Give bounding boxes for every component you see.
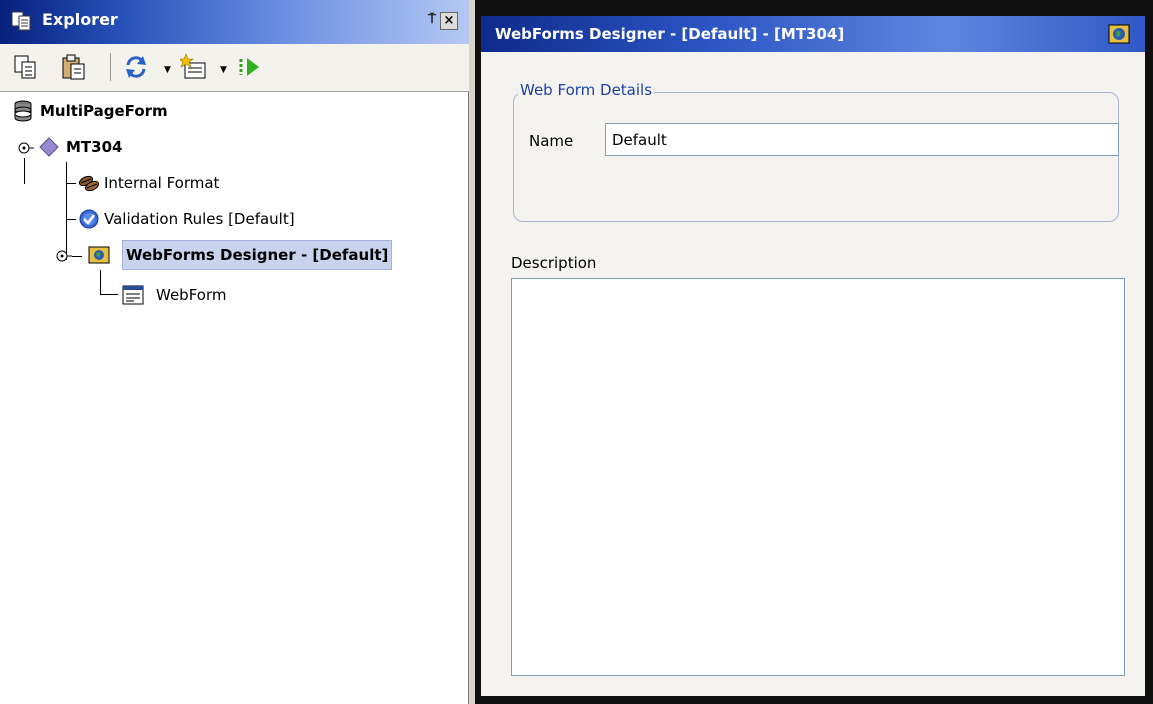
diamond-icon xyxy=(39,137,59,157)
tree-line xyxy=(66,183,76,184)
designer-body: Web Form Details Name Description xyxy=(481,52,1145,696)
tree-message-label: MT304 xyxy=(66,138,123,156)
close-icon[interactable]: × xyxy=(440,12,458,30)
run-icon[interactable] xyxy=(236,53,264,81)
name-input[interactable] xyxy=(605,123,1119,156)
webforms-designer-icon xyxy=(1108,24,1130,44)
tree-node-validation-rules[interactable]: Validation Rules [Default] xyxy=(78,204,398,234)
explorer-title: Explorer xyxy=(42,10,118,29)
tree-node-root[interactable]: MultiPageForm xyxy=(12,96,312,126)
tree-line xyxy=(100,294,118,295)
web-form-details-group xyxy=(513,92,1119,222)
explorer-toolbar: ▼ ▼ xyxy=(0,44,469,92)
paste-icon[interactable] xyxy=(60,53,88,81)
tree-node-mt304[interactable]: MT304 xyxy=(14,132,314,162)
tree-child-label: Validation Rules [Default] xyxy=(104,210,295,228)
beans-icon xyxy=(78,175,100,192)
database-icon xyxy=(14,100,32,122)
description-textarea[interactable] xyxy=(511,278,1125,676)
tree-line xyxy=(66,219,76,220)
expand-collapse-icon[interactable] xyxy=(14,138,34,158)
tree-root-label: MultiPageForm xyxy=(40,102,168,120)
new-item-dropdown-arrow[interactable]: ▼ xyxy=(220,65,227,75)
webforms-designer-icon xyxy=(88,246,110,264)
expand-collapse-icon[interactable] xyxy=(52,246,72,266)
name-label: Name xyxy=(529,132,574,150)
designer-title-bar: WebForms Designer - [Default] - [MT304] xyxy=(481,16,1145,52)
explorer-icon xyxy=(11,11,31,31)
description-label: Description xyxy=(511,254,597,272)
designer-window: WebForms Designer - [Default] - [MT304] … xyxy=(475,0,1153,704)
webform-icon xyxy=(122,285,144,305)
designer-title: WebForms Designer - [Default] - [MT304] xyxy=(495,25,845,43)
tree-line xyxy=(100,270,101,294)
check-circle-icon xyxy=(79,209,99,229)
toolbar-separator xyxy=(110,53,111,81)
refresh-dropdown-arrow[interactable]: ▼ xyxy=(164,65,171,75)
web-form-details-legend: Web Form Details xyxy=(518,81,655,99)
new-item-icon[interactable] xyxy=(180,53,208,81)
tree-node-webforms-designer[interactable]: WebForms Designer - [Default] xyxy=(52,240,462,270)
refresh-icon[interactable] xyxy=(122,53,150,81)
tree-selected-label: WebForms Designer - [Default] xyxy=(122,240,393,270)
tree-child-label: Internal Format xyxy=(104,174,220,192)
tree-node-webform[interactable]: WebForm xyxy=(122,280,422,310)
copy-icon[interactable] xyxy=(12,53,40,81)
explorer-title-bar: Explorer ⍑ × xyxy=(0,0,469,44)
tree-node-internal-format[interactable]: Internal Format xyxy=(78,168,378,198)
pin-icon[interactable]: ⍑ xyxy=(425,12,439,28)
tree-grandchild-label: WebForm xyxy=(156,286,227,304)
explorer-pane: Explorer ⍑ × ▼ ▼ MultiPageForm MT304 Int… xyxy=(0,0,469,704)
explorer-tree: MultiPageForm MT304 Internal Format Vali… xyxy=(0,92,469,704)
